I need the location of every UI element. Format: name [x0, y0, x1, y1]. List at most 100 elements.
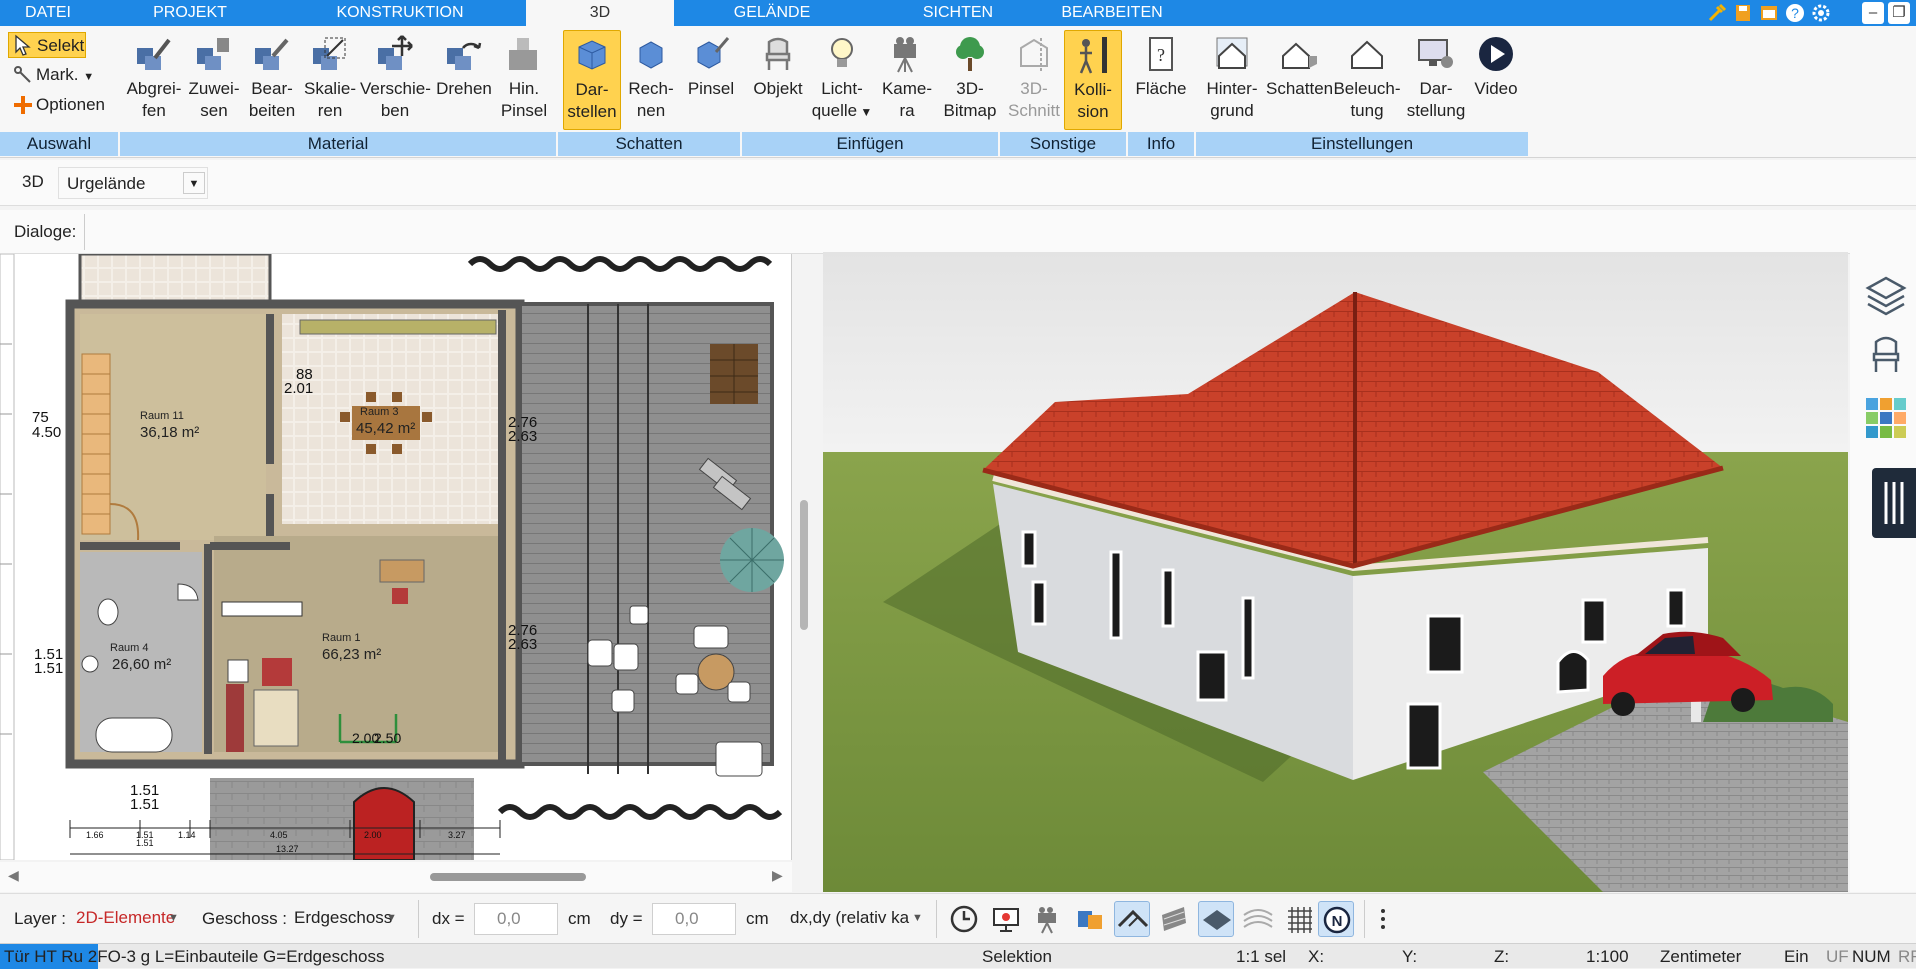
shadow-settings-button[interactable]: Schatten	[1266, 30, 1334, 130]
tab-3d[interactable]: 3D	[526, 0, 674, 26]
play-icon	[1475, 34, 1517, 74]
panel-toggle-icon[interactable]	[1872, 468, 1916, 538]
rotate-icon	[443, 34, 485, 74]
hint-brush-button[interactable]: Hin. Pinsel	[496, 30, 552, 130]
dx-unit: cm	[568, 909, 591, 928]
save-icon[interactable]	[1732, 2, 1754, 24]
collision-button[interactable]: Kolli- sion	[1064, 30, 1122, 130]
grid-icon[interactable]	[1282, 901, 1318, 937]
arrow-right-icon[interactable]: ▶	[772, 867, 783, 884]
minimize-icon[interactable]: –	[1862, 2, 1884, 24]
tab-projekt[interactable]: PROJEKT	[120, 0, 260, 26]
shadow-brush-button[interactable]: Pinsel	[683, 30, 739, 130]
group-info: Info	[1128, 132, 1194, 156]
label-line2: sion	[1077, 102, 1109, 121]
presentation-icon[interactable]	[988, 901, 1024, 937]
floor-plane-icon[interactable]	[1198, 901, 1234, 937]
display-settings-button[interactable]: Dar- stellung	[1404, 30, 1468, 130]
background-button[interactable]: Hinter- grund	[1200, 30, 1264, 130]
label-line1: Hin.	[508, 79, 540, 98]
assign-material-button[interactable]: Zuwei- sen	[186, 30, 242, 130]
tab-gelaende[interactable]: GELÄNDE	[700, 0, 844, 26]
status-num: NUM	[1852, 947, 1891, 966]
label-line1: Dar-	[1419, 79, 1453, 98]
plan-scrollbar[interactable]: ◀ ▶	[0, 862, 792, 892]
insert-light-button[interactable]: Licht- quelle ▼	[810, 30, 874, 130]
label-line1: Video	[1474, 79, 1518, 98]
coordinate-mode-value: dx,dy (relativ ka	[790, 908, 910, 927]
select-label: Selekt	[37, 36, 85, 55]
hatch-icon[interactable]	[1156, 901, 1192, 937]
terrain-select[interactable]: Urgelände ▼	[58, 167, 208, 199]
status-mode: Selektion	[982, 947, 1052, 966]
label-line2: tung	[1350, 101, 1384, 120]
terrain-icon[interactable]	[1240, 901, 1276, 937]
objects-icon[interactable]	[1072, 901, 1108, 937]
clock-icon[interactable]	[946, 901, 982, 937]
north-icon[interactable]: N	[1318, 901, 1354, 937]
dimension-label: 1.51	[34, 660, 64, 677]
coordinate-mode-select[interactable]: dx,dy (relativ ka	[784, 903, 932, 935]
label-line2: stellung	[1406, 101, 1466, 120]
label-line1: Schatten	[1266, 79, 1334, 98]
tools-icon[interactable]	[1706, 2, 1728, 24]
group-material: Material	[120, 132, 556, 156]
move-material-button[interactable]: Verschie- ben	[360, 30, 431, 130]
divider	[1364, 900, 1365, 938]
ruler-label: 13.27	[276, 844, 299, 854]
status-scale: 1:100	[1586, 947, 1629, 966]
settings-icon[interactable]	[1810, 2, 1832, 24]
dimension-label: 1.51	[130, 796, 160, 813]
insert-3d-bitmap-button[interactable]: 3D- Bitmap	[940, 30, 1000, 130]
roof-view-icon[interactable]	[1114, 901, 1150, 937]
camera-icon	[886, 34, 928, 74]
help-icon[interactable]: ?	[1784, 2, 1806, 24]
area-info-icon: ?	[1140, 34, 1182, 74]
tab-datei[interactable]: DATEI	[0, 0, 96, 26]
video-button[interactable]: Video	[1470, 30, 1522, 130]
divider	[84, 214, 85, 250]
right-sidebar	[1850, 252, 1916, 892]
area-button[interactable]: ? Fläche	[1132, 30, 1190, 130]
status-message: Tür HT Ru 2FO-3 g L=Einbauteile G=Erdges…	[4, 947, 385, 966]
label-line1: Kolli-	[1074, 80, 1112, 99]
label-line1: Pinsel	[687, 79, 735, 98]
plan-vertical-scroll-thumb[interactable]	[800, 500, 808, 630]
select-button[interactable]: Selekt	[8, 32, 86, 58]
plus-icon	[12, 94, 34, 124]
tab-sichten[interactable]: SICHTEN	[888, 0, 1028, 26]
scale-material-button[interactable]: Skalie- ren	[302, 30, 358, 130]
tab-bearbeiten[interactable]: BEARBEITEN	[1040, 0, 1184, 26]
calculate-shadows-button[interactable]: Rech- nen	[623, 30, 679, 130]
insert-camera-button[interactable]: Kame- ra	[876, 30, 938, 130]
dx-input[interactable]: 0,0	[474, 903, 558, 935]
layers-icon[interactable]	[1864, 272, 1908, 316]
restore-icon[interactable]: ❐	[1888, 2, 1910, 24]
pick-material-button[interactable]: Abgrei- fen	[122, 30, 186, 130]
chair-catalog-icon[interactable]	[1864, 332, 1908, 376]
camera-view-icon[interactable]	[1030, 901, 1066, 937]
rotate-material-button[interactable]: Drehen	[432, 30, 496, 130]
insert-object-button[interactable]: Objekt	[748, 30, 808, 130]
window-layout-icon[interactable]	[1758, 2, 1780, 24]
3d-section-button[interactable]: 3D- Schnitt	[1004, 30, 1064, 130]
mark-button[interactable]: Mark. ▼	[8, 62, 98, 88]
arrow-left-icon[interactable]: ◀	[8, 867, 19, 884]
label-line1: Bear-	[251, 79, 293, 98]
edit-material-button[interactable]: Bear- beiten	[244, 30, 300, 130]
floor-plan-view[interactable]: Raum 11 36,18 m² Raum 3 45,42 m² Raum 4 …	[0, 254, 792, 860]
hint-brush-icon	[503, 34, 545, 74]
eyedropper-icon	[133, 34, 175, 74]
house-lighting-icon	[1346, 34, 1388, 74]
dy-input[interactable]: 0,0	[652, 903, 736, 935]
tab-konstruktion[interactable]: KONSTRUKTION	[310, 0, 490, 26]
show-shadows-button[interactable]: Dar- stellen	[563, 30, 621, 130]
materials-icon[interactable]	[1864, 396, 1908, 440]
options-button[interactable]: Optionen	[8, 92, 112, 118]
3d-view[interactable]	[823, 252, 1848, 892]
scrollbar-thumb[interactable]	[430, 873, 586, 881]
house-shadow-icon	[1277, 34, 1319, 74]
more-options-icon[interactable]	[1368, 901, 1398, 937]
svg-text:?: ?	[1791, 5, 1799, 21]
lighting-button[interactable]: Beleuch- tung	[1332, 30, 1402, 130]
